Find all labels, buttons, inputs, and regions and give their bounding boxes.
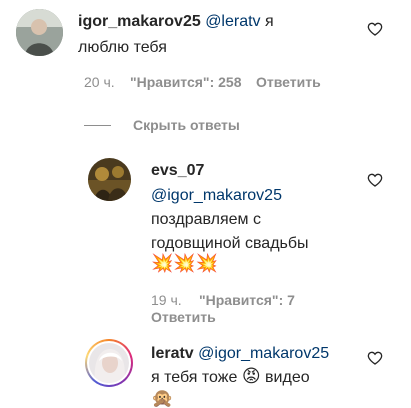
collision-emoji-icon: 💥💥💥 xyxy=(151,253,219,273)
comment-mention[interactable]: @leratv xyxy=(205,13,260,30)
reply-text-line3: 🙊 xyxy=(151,388,173,408)
speak-no-evil-monkey-emoji-icon: 🙊 xyxy=(151,388,174,408)
comment-reply-button[interactable]: Ответить xyxy=(256,73,321,91)
heart-icon[interactable] xyxy=(367,350,383,366)
reply-text-line2: я тебя тоже 😡 видео xyxy=(151,366,310,389)
reply-likes[interactable]: "Нравится": 7 xyxy=(199,291,295,309)
avatar-igor-makarov25[interactable] xyxy=(16,9,63,56)
reply-text-line2: годовщиной свадьбы xyxy=(151,235,309,252)
avatar-leratv[interactable] xyxy=(89,343,129,383)
heart-icon[interactable] xyxy=(367,172,383,188)
reply-mention[interactable]: @igor_makarov25 xyxy=(151,184,282,207)
heart-icon[interactable] xyxy=(367,21,383,37)
comment-text: я xyxy=(265,13,274,30)
reply-time[interactable]: 19 ч. xyxy=(151,291,182,309)
reply-reply-button[interactable]: Ответить xyxy=(151,308,216,326)
replies-divider xyxy=(84,125,111,126)
avatar-evs-07[interactable] xyxy=(88,158,131,201)
comment-likes[interactable]: "Нравится": 258 xyxy=(130,73,241,91)
reply-text: я тебя тоже xyxy=(151,369,238,386)
reply-username: evs_07 xyxy=(151,159,204,182)
angry-face-emoji-icon: 😡 xyxy=(241,366,261,386)
comment-time[interactable]: 20 ч. xyxy=(84,73,115,91)
avatar-photo xyxy=(89,343,129,383)
hide-replies-button[interactable]: Скрыть ответы xyxy=(133,116,240,134)
reply-text-video: видео xyxy=(265,369,310,386)
reply-text-line1: поздравляем с xyxy=(151,211,261,228)
avatar-photo xyxy=(16,9,63,56)
comment-text-line2: люблю тебя xyxy=(78,39,167,56)
comment-text-line1: igor_makarov25 @leratv я xyxy=(78,10,274,33)
reply-username-link[interactable]: evs_07 xyxy=(151,162,204,179)
reply-mention[interactable]: @igor_makarov25 xyxy=(198,345,329,362)
reply-emoji-line: 💥💥💥 xyxy=(151,253,218,276)
reply-username[interactable]: leratv xyxy=(151,345,194,362)
avatar-photo xyxy=(88,158,131,201)
reply-text-line1: leratv @igor_makarov25 xyxy=(151,342,329,365)
comment-username[interactable]: igor_makarov25 xyxy=(78,13,201,30)
